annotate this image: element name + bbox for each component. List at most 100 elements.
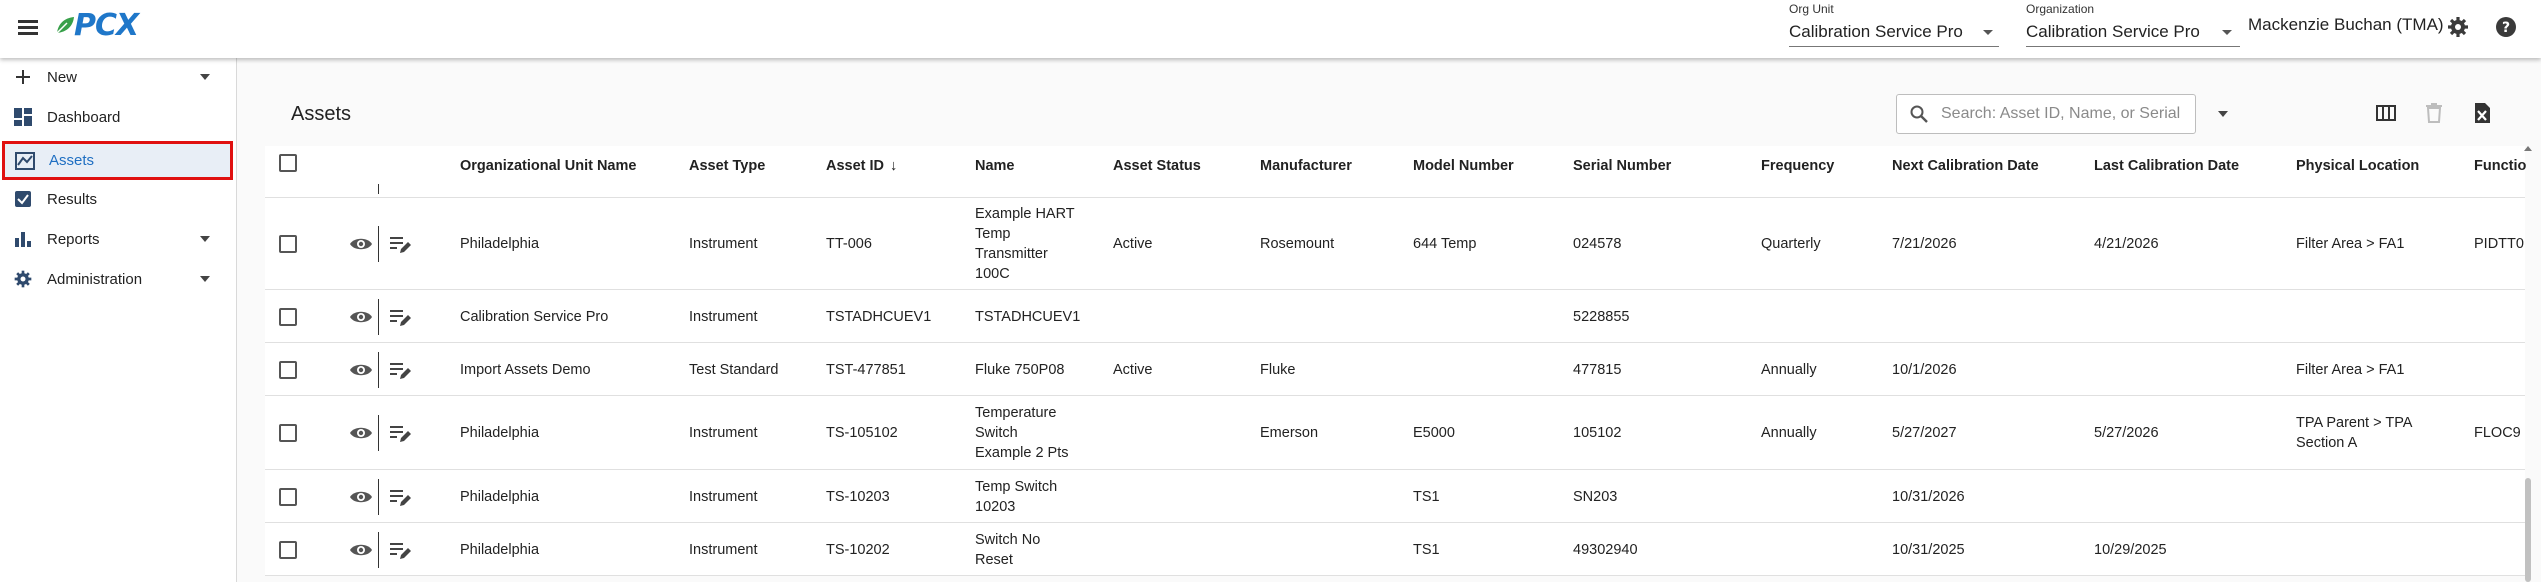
edit-icon[interactable] xyxy=(388,232,412,256)
cell-serial-number: SN203 xyxy=(1573,487,1617,507)
cell-function-line: PIDTT0 xyxy=(2474,236,2524,252)
sidebar-item-label: Assets xyxy=(49,152,95,169)
view-icon[interactable] xyxy=(349,358,373,382)
cell-org-unit: Philadelphia xyxy=(460,487,539,507)
cell-name: Temperature Switch Example 2 Pts xyxy=(975,403,1069,463)
org-unit-select[interactable]: Org Unit Calibration Service Pro xyxy=(1789,0,1999,52)
cell-manufacturer: Emerson xyxy=(1260,423,1318,443)
column-header-model-number[interactable]: Model Number xyxy=(1413,158,1514,174)
sidebar-item-assets[interactable]: Assets xyxy=(2,141,233,180)
cell-asset-id-line: TS-10202 xyxy=(826,541,890,558)
cell-serial-number: 49302940 xyxy=(1573,540,1638,560)
cell-physical-location: Filter Area > FA1 xyxy=(2296,234,2404,254)
organization-underline xyxy=(2026,46,2240,47)
table-row[interactable]: Philadelphia Instrument TT-006 Example HART… xyxy=(265,198,2525,290)
view-icon[interactable] xyxy=(349,485,373,509)
delete-icon[interactable] xyxy=(2422,101,2446,125)
column-header-asset-type[interactable]: Asset Type xyxy=(689,158,765,174)
user-name[interactable]: Mackenzie Buchan (TMA) xyxy=(2248,15,2444,35)
vertical-scrollbar[interactable] xyxy=(2525,478,2531,582)
cell-physical-location-line: Filter Area > FA1 xyxy=(2296,236,2405,252)
pcx-logo[interactable]: PCX xyxy=(54,7,139,43)
sidebar-item-administration[interactable]: Administration xyxy=(0,260,233,298)
cell-next-calibration: 10/31/2026 xyxy=(1892,487,1965,507)
row-checkbox[interactable] xyxy=(279,360,297,379)
cell-asset-id: TSTADHCUEV1 xyxy=(826,307,931,327)
edit-icon[interactable] xyxy=(388,538,412,562)
search-box[interactable] xyxy=(1896,94,2196,134)
table-row[interactable]: Philadelphia Instrument TS-105102 Temperatu… xyxy=(265,396,2525,470)
help-icon[interactable]: ? xyxy=(2494,15,2518,39)
leaf-icon xyxy=(56,17,74,34)
search-filter-dropdown-icon[interactable] xyxy=(2218,111,2228,117)
row-checkbox[interactable] xyxy=(279,235,297,253)
cell-asset-type: Instrument xyxy=(689,423,758,443)
view-icon[interactable] xyxy=(349,538,373,562)
column-header-last-calibration[interactable]: Last Calibration Date xyxy=(2094,158,2239,174)
organization-select[interactable]: Organization Calibration Service Pro xyxy=(2026,0,2240,52)
action-divider xyxy=(378,351,379,388)
cell-asset-id-line: TST-477851 xyxy=(826,361,906,378)
cell-name-line: Example 2 Pts xyxy=(975,445,1069,461)
column-header-function[interactable]: Functio xyxy=(2474,158,2526,174)
cell-model-number-line: 644 Temp xyxy=(1413,236,1477,252)
sidebar-item-reports[interactable]: Reports xyxy=(0,220,233,258)
sidebar-item-results[interactable]: Results xyxy=(0,180,233,218)
edit-icon[interactable] xyxy=(388,421,412,445)
sidebar-item-new[interactable]: New xyxy=(0,58,233,96)
cell-name-line: Fluke 750P08 xyxy=(975,361,1065,378)
row-checkbox[interactable] xyxy=(279,487,297,506)
row-checkbox[interactable] xyxy=(279,540,297,559)
menu-icon[interactable] xyxy=(18,17,42,39)
sidebar-item-dashboard[interactable]: Dashboard xyxy=(0,98,233,136)
cell-org-unit: Philadelphia xyxy=(460,423,539,443)
column-header-manufacturer[interactable]: Manufacturer xyxy=(1260,158,1352,174)
cell-manufacturer-line: Fluke xyxy=(1260,361,1296,378)
columns-icon[interactable] xyxy=(2374,101,2398,125)
cell-asset-status: Active xyxy=(1113,360,1153,380)
excel-export-icon[interactable] xyxy=(2470,101,2494,125)
cell-serial-number: 477815 xyxy=(1573,360,1621,380)
edit-icon[interactable] xyxy=(388,305,412,329)
cell-frequency-line: Annually xyxy=(1761,361,1817,378)
page-title: Assets xyxy=(291,103,352,125)
column-header-physical-location[interactable]: Physical Location xyxy=(2296,158,2419,174)
action-divider xyxy=(378,415,379,451)
select-all-checkbox[interactable] xyxy=(279,154,297,172)
scroll-up-icon[interactable] xyxy=(2524,146,2532,151)
column-header-org-unit[interactable]: Organizational Unit Name xyxy=(460,158,636,174)
row-checkbox[interactable] xyxy=(279,424,297,442)
cell-next-calibration-line: 10/31/2025 xyxy=(1892,541,1965,558)
column-header-asset-status[interactable]: Asset Status xyxy=(1113,158,1201,174)
column-header-serial-number[interactable]: Serial Number xyxy=(1573,158,1671,174)
column-header-next-calibration[interactable]: Next Calibration Date xyxy=(1892,158,2039,174)
cell-name: Switch No Reset xyxy=(975,530,1040,570)
cell-next-calibration-line: 10/31/2026 xyxy=(1892,488,1965,505)
sort-arrow-icon[interactable]: ↓ xyxy=(890,158,897,174)
org-unit-value: Calibration Service Pro xyxy=(1789,22,1963,41)
row-checkbox[interactable] xyxy=(279,307,297,326)
view-icon[interactable] xyxy=(349,421,373,445)
table-row[interactable]: Philadelphia Instrument TS-10202 Switch No R… xyxy=(265,523,2525,576)
column-header-frequency[interactable]: Frequency xyxy=(1761,158,1834,174)
view-icon[interactable] xyxy=(349,305,373,329)
cell-asset-type: Instrument xyxy=(689,487,758,507)
edit-icon[interactable] xyxy=(388,358,412,382)
logo-text: PCX xyxy=(74,7,139,43)
search-icon xyxy=(1910,105,1928,123)
column-header-name[interactable]: Name xyxy=(975,158,1015,174)
table-row[interactable]: Calibration Service Pro Instrument TSTADHC… xyxy=(265,290,2525,343)
table-row[interactable]: Import Assets Demo Test Standard TST-47785… xyxy=(265,343,2525,396)
column-header-asset-id[interactable]: Asset ID ↓ xyxy=(826,158,897,174)
cell-physical-location-line: Section A xyxy=(2296,435,2358,451)
edit-icon[interactable] xyxy=(388,485,412,509)
cell-last-calibration: 5/27/2026 xyxy=(2094,423,2159,443)
cell-manufacturer-line: Rosemount xyxy=(1260,236,1335,252)
gear-icon[interactable] xyxy=(2446,15,2470,39)
search-input[interactable] xyxy=(1941,103,2186,125)
cell-asset-status-line: Active xyxy=(1113,236,1153,252)
sidebar-item-label: New xyxy=(47,68,78,86)
table-row[interactable]: Philadelphia Instrument TS-10203 Temp Switc… xyxy=(265,470,2525,523)
cell-asset-type: Instrument xyxy=(689,307,758,327)
view-icon[interactable] xyxy=(349,232,373,256)
